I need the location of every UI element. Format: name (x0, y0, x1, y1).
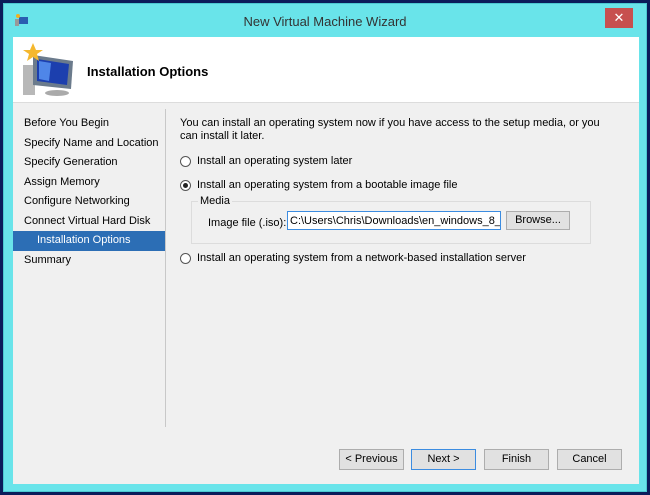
image-file-label: Image file (.iso): (208, 217, 287, 229)
nav-item-before-you-begin[interactable]: Before You Begin (13, 114, 165, 134)
nav-item-specify-name[interactable]: Specify Name and Location (13, 134, 165, 154)
nav-item-summary[interactable]: Summary (13, 251, 165, 271)
wizard-window: New Virtual Machine Wizard ✕ Installatio… (3, 3, 647, 492)
browse-button[interactable]: Browse... (506, 211, 570, 230)
close-button[interactable]: ✕ (605, 8, 633, 28)
cancel-button[interactable]: Cancel (557, 449, 622, 470)
content-panel: You can install an operating system now … (180, 117, 620, 264)
radio-button[interactable] (180, 252, 191, 264)
next-button[interactable]: Next > (411, 449, 476, 470)
radio-button-checked[interactable] (180, 179, 191, 191)
nav-item-specify-generation[interactable]: Specify Generation (13, 153, 165, 173)
nav-item-connect-vhd[interactable]: Connect Virtual Hard Disk (13, 212, 165, 232)
option-label: Install an operating system later (197, 155, 353, 167)
wizard-steps: Before You Begin Specify Name and Locati… (13, 114, 165, 270)
nav-item-assign-memory[interactable]: Assign Memory (13, 173, 165, 193)
option-label: Install an operating system from a netwo… (197, 252, 526, 264)
nav-item-installation-options[interactable]: Installation Options (13, 231, 165, 251)
option-install-from-image[interactable]: Install an operating system from a boota… (180, 179, 457, 191)
description: You can install an operating system now … (180, 117, 600, 142)
finish-button[interactable]: Finish (484, 449, 549, 470)
nav-item-configure-networking[interactable]: Configure Networking (13, 192, 165, 212)
media-group-label: Media (198, 195, 232, 207)
option-label: Install an operating system from a boota… (197, 179, 458, 191)
option-install-from-network[interactable]: Install an operating system from a netwo… (180, 252, 526, 264)
wizard-body: Installation Options Before You Begin Sp… (13, 37, 639, 484)
title-bar[interactable]: New Virtual Machine Wizard ✕ (4, 4, 646, 37)
previous-button[interactable]: < Previous (339, 449, 404, 470)
page-title: Installation Options (87, 64, 209, 79)
window-title: New Virtual Machine Wizard (243, 14, 407, 29)
image-file-input[interactable]: C:\Users\Chris\Downloads\en_windows_8_1_… (287, 211, 501, 230)
wizard-header: Installation Options (13, 37, 639, 103)
option-install-later[interactable]: Install an operating system later (180, 155, 352, 167)
virtual-machine-icon (23, 43, 73, 96)
radio-button[interactable] (180, 155, 191, 167)
media-group: Media Image file (.iso): C:\Users\Chris\… (191, 195, 591, 244)
divider (165, 109, 166, 427)
